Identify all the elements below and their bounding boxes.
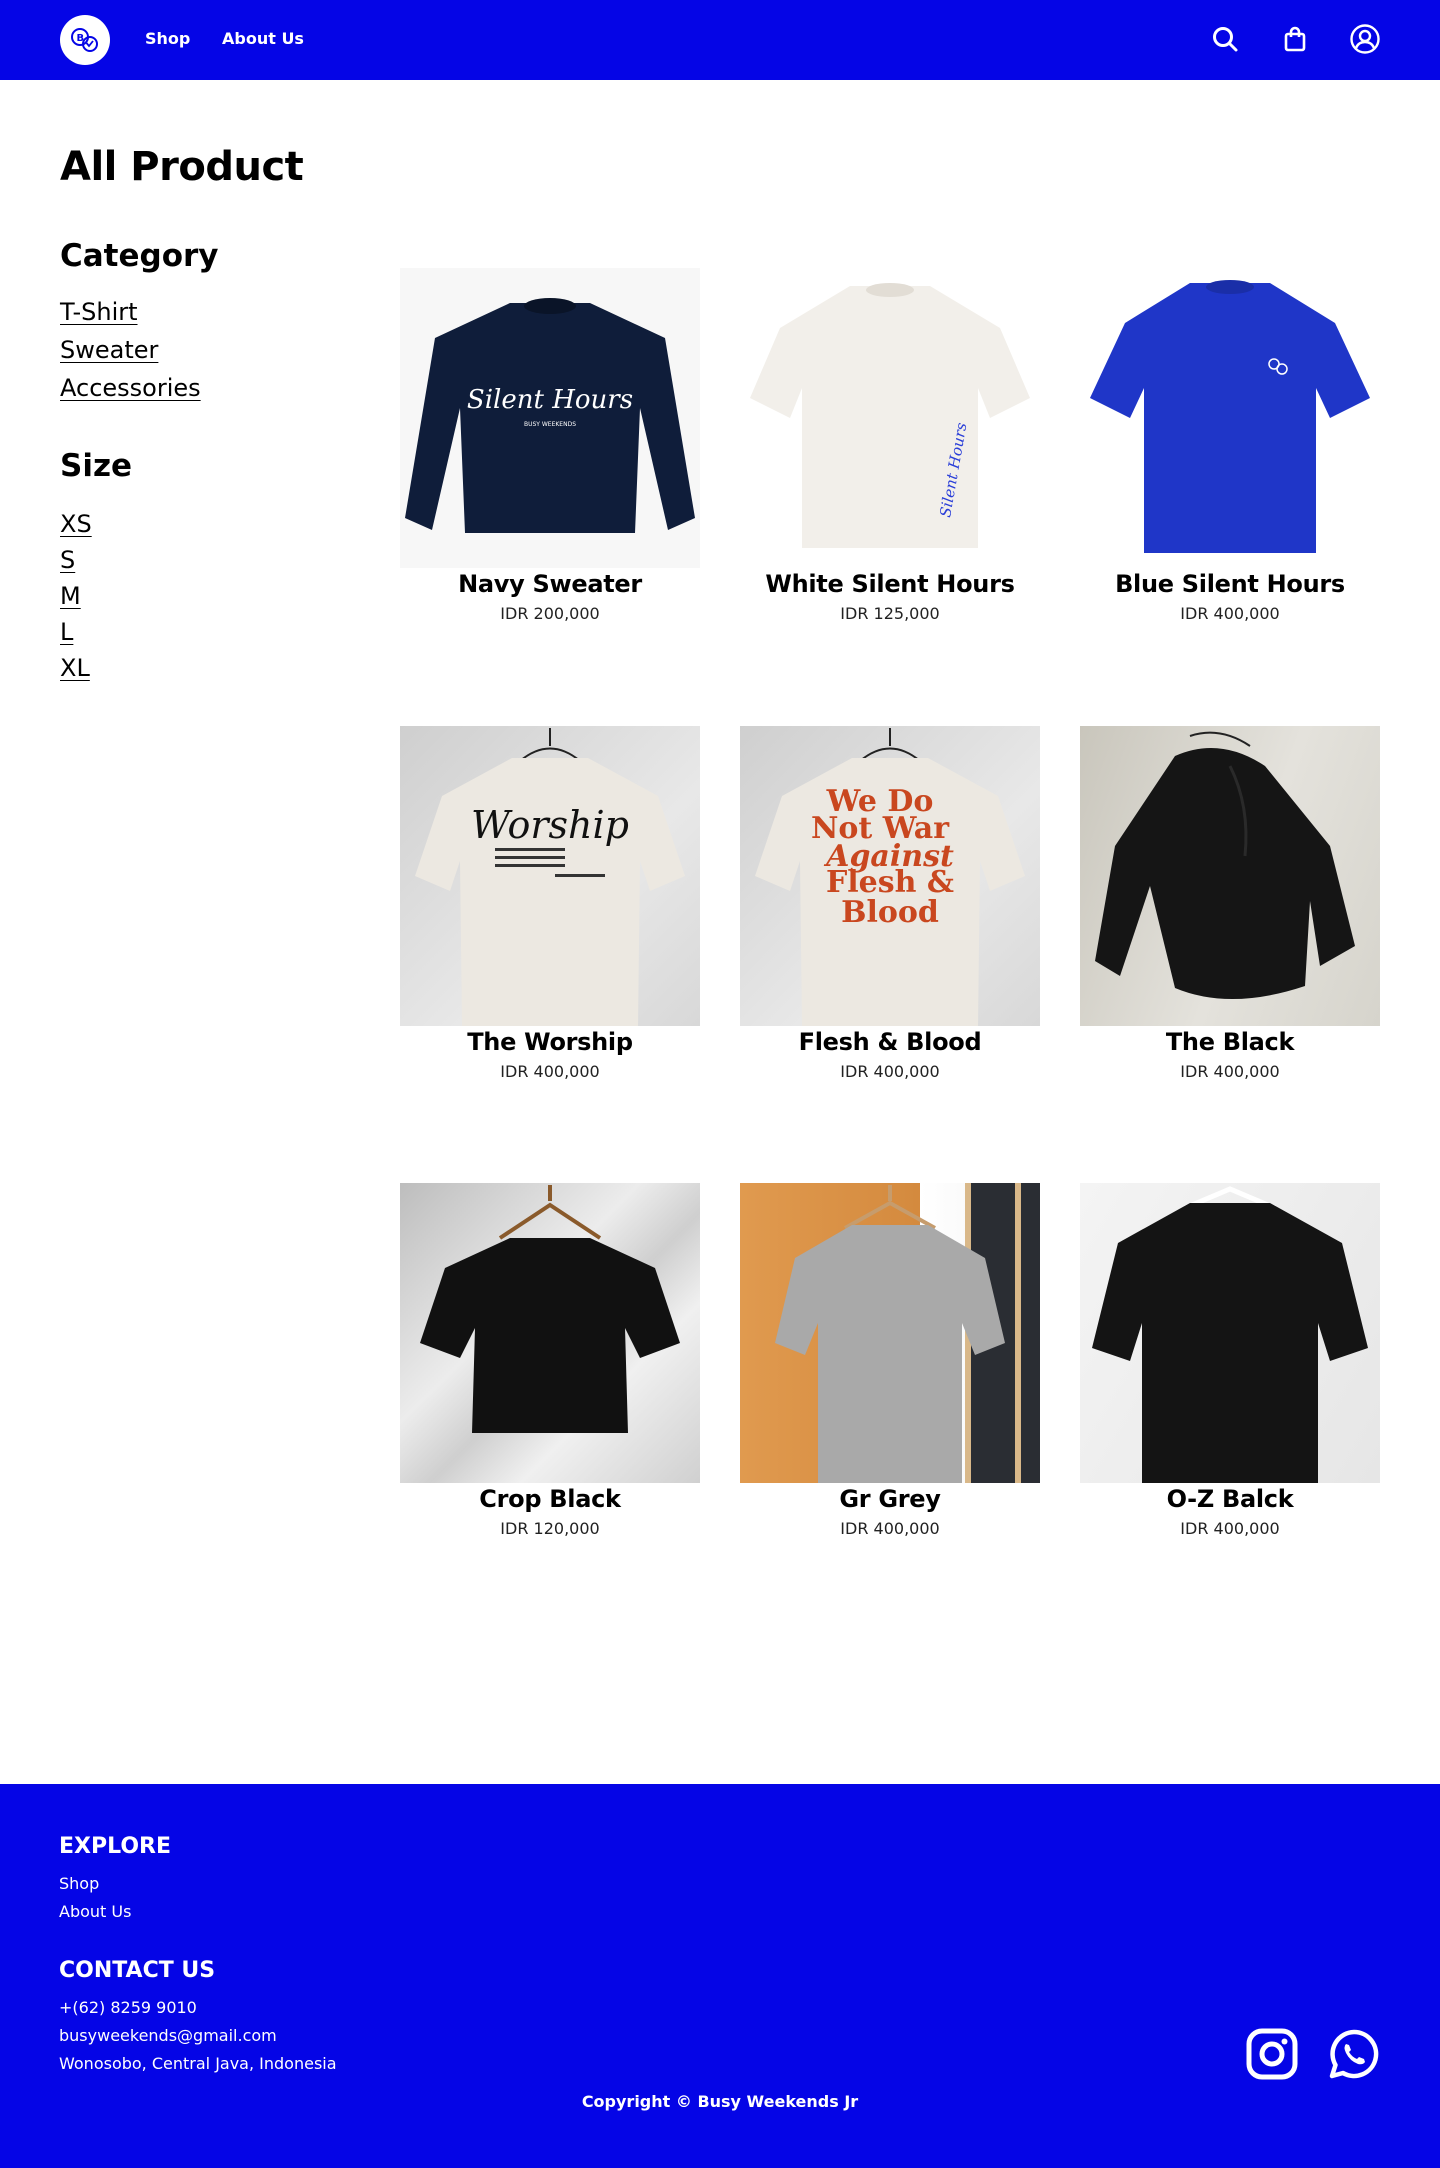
size-s-link[interactable]: S xyxy=(60,546,75,574)
footer-shop-link[interactable]: Shop xyxy=(59,1874,99,1893)
product-price: IDR 200,000 xyxy=(500,604,600,623)
user-account-icon[interactable] xyxy=(1348,22,1382,56)
search-icon[interactable] xyxy=(1208,22,1242,56)
category-item: Accessories xyxy=(60,374,201,412)
brand-logo[interactable]: B xyxy=(60,15,110,65)
size-list: XS S M L XL xyxy=(60,510,92,690)
logo-icon: B xyxy=(71,28,98,52)
explore-heading: EXPLORE xyxy=(59,1834,172,1859)
product-card[interactable]: Worship The Worship IDR 400,000 xyxy=(400,726,700,1081)
category-heading: Category xyxy=(60,238,219,274)
shopping-bag-icon[interactable] xyxy=(1278,22,1312,56)
category-item: T-Shirt xyxy=(60,298,201,336)
product-image[interactable]: Silent Hours xyxy=(740,268,1040,568)
product-card[interactable]: Blue Silent Hours IDR 400,000 xyxy=(1080,268,1380,623)
product-image[interactable] xyxy=(740,1183,1040,1483)
whatsapp-icon[interactable] xyxy=(1328,2028,1380,2080)
product-price: IDR 400,000 xyxy=(840,1519,940,1538)
contact-email: busyweekends@gmail.com xyxy=(59,2026,277,2045)
product-name[interactable]: O-Z Balck xyxy=(1080,1485,1380,1513)
product-price: IDR 400,000 xyxy=(840,1062,940,1081)
size-item: S xyxy=(60,546,92,582)
size-xs-link[interactable]: XS xyxy=(60,510,92,538)
product-card[interactable]: We Do Not War Against Flesh & Blood Fles… xyxy=(740,726,1040,1081)
contact-heading: CONTACT US xyxy=(59,1958,216,1983)
product-image[interactable]: Worship xyxy=(400,726,700,1026)
product-price: IDR 400,000 xyxy=(500,1062,600,1081)
footer-about-link[interactable]: About Us xyxy=(59,1902,131,1921)
svg-text:Silent Hours: Silent Hours xyxy=(467,385,633,415)
site-footer: EXPLORE Shop About Us CONTACT US +(62) 8… xyxy=(0,1784,1440,2168)
category-item: Sweater xyxy=(60,336,201,374)
site-header: B Shop About Us xyxy=(0,0,1440,80)
product-name[interactable]: Gr Grey xyxy=(740,1485,1040,1513)
size-heading: Size xyxy=(60,448,133,484)
size-l-link[interactable]: L xyxy=(60,618,73,646)
category-list: T-Shirt Sweater Accessories xyxy=(60,298,201,412)
product-card[interactable]: Crop Black IDR 120,000 xyxy=(400,1183,700,1538)
size-item: L xyxy=(60,618,92,654)
size-item: XS xyxy=(60,510,92,546)
product-image[interactable] xyxy=(1080,268,1380,568)
size-xl-link[interactable]: XL xyxy=(60,654,90,682)
product-card[interactable]: Silent Hours White Silent Hours IDR 125,… xyxy=(740,268,1040,623)
product-name[interactable]: The Worship xyxy=(400,1028,700,1056)
instagram-icon[interactable] xyxy=(1246,2028,1298,2080)
product-card[interactable]: Gr Grey IDR 400,000 xyxy=(740,1183,1040,1538)
svg-text:Blood: Blood xyxy=(841,895,939,930)
product-price: IDR 400,000 xyxy=(1180,1519,1280,1538)
product-name[interactable]: Blue Silent Hours xyxy=(1080,570,1380,598)
nav-shop-link[interactable]: Shop xyxy=(145,29,190,48)
size-m-link[interactable]: M xyxy=(60,582,81,610)
product-image[interactable]: Silent Hours BUSY WEEKENDS xyxy=(400,268,700,568)
size-item: XL xyxy=(60,654,92,690)
product-image[interactable] xyxy=(1080,1183,1380,1483)
svg-text:Worship: Worship xyxy=(471,803,629,847)
product-image[interactable] xyxy=(1080,726,1380,1026)
product-price: IDR 400,000 xyxy=(1180,604,1280,623)
product-card[interactable]: O-Z Balck IDR 400,000 xyxy=(1080,1183,1380,1538)
product-name[interactable]: White Silent Hours xyxy=(740,570,1040,598)
contact-address: Wonosobo, Central Java, Indonesia xyxy=(59,2054,337,2073)
nav-about-link[interactable]: About Us xyxy=(222,29,304,48)
svg-text:BUSY WEEKENDS: BUSY WEEKENDS xyxy=(524,421,576,428)
product-price: IDR 400,000 xyxy=(1180,1062,1280,1081)
product-image[interactable] xyxy=(400,1183,700,1483)
product-name[interactable]: Navy Sweater xyxy=(400,570,700,598)
product-name[interactable]: The Black xyxy=(1080,1028,1380,1056)
product-image[interactable]: We Do Not War Against Flesh & Blood xyxy=(740,726,1040,1026)
product-name[interactable]: Flesh & Blood xyxy=(740,1028,1040,1056)
category-sweater-link[interactable]: Sweater xyxy=(60,336,158,364)
size-item: M xyxy=(60,582,92,618)
category-accessories-link[interactable]: Accessories xyxy=(60,374,201,402)
product-name[interactable]: Crop Black xyxy=(400,1485,700,1513)
product-card[interactable]: The Black IDR 400,000 xyxy=(1080,726,1380,1081)
category-tshirt-link[interactable]: T-Shirt xyxy=(60,298,138,326)
product-card[interactable]: Silent Hours BUSY WEEKENDS Navy Sweater … xyxy=(400,268,700,623)
product-price: IDR 125,000 xyxy=(840,604,940,623)
page-title: All Product xyxy=(60,144,304,190)
copyright-text: Copyright © Busy Weekends Jr xyxy=(581,2092,859,2111)
contact-phone: +(62) 8259 9010 xyxy=(59,1998,197,2017)
product-price: IDR 120,000 xyxy=(500,1519,600,1538)
